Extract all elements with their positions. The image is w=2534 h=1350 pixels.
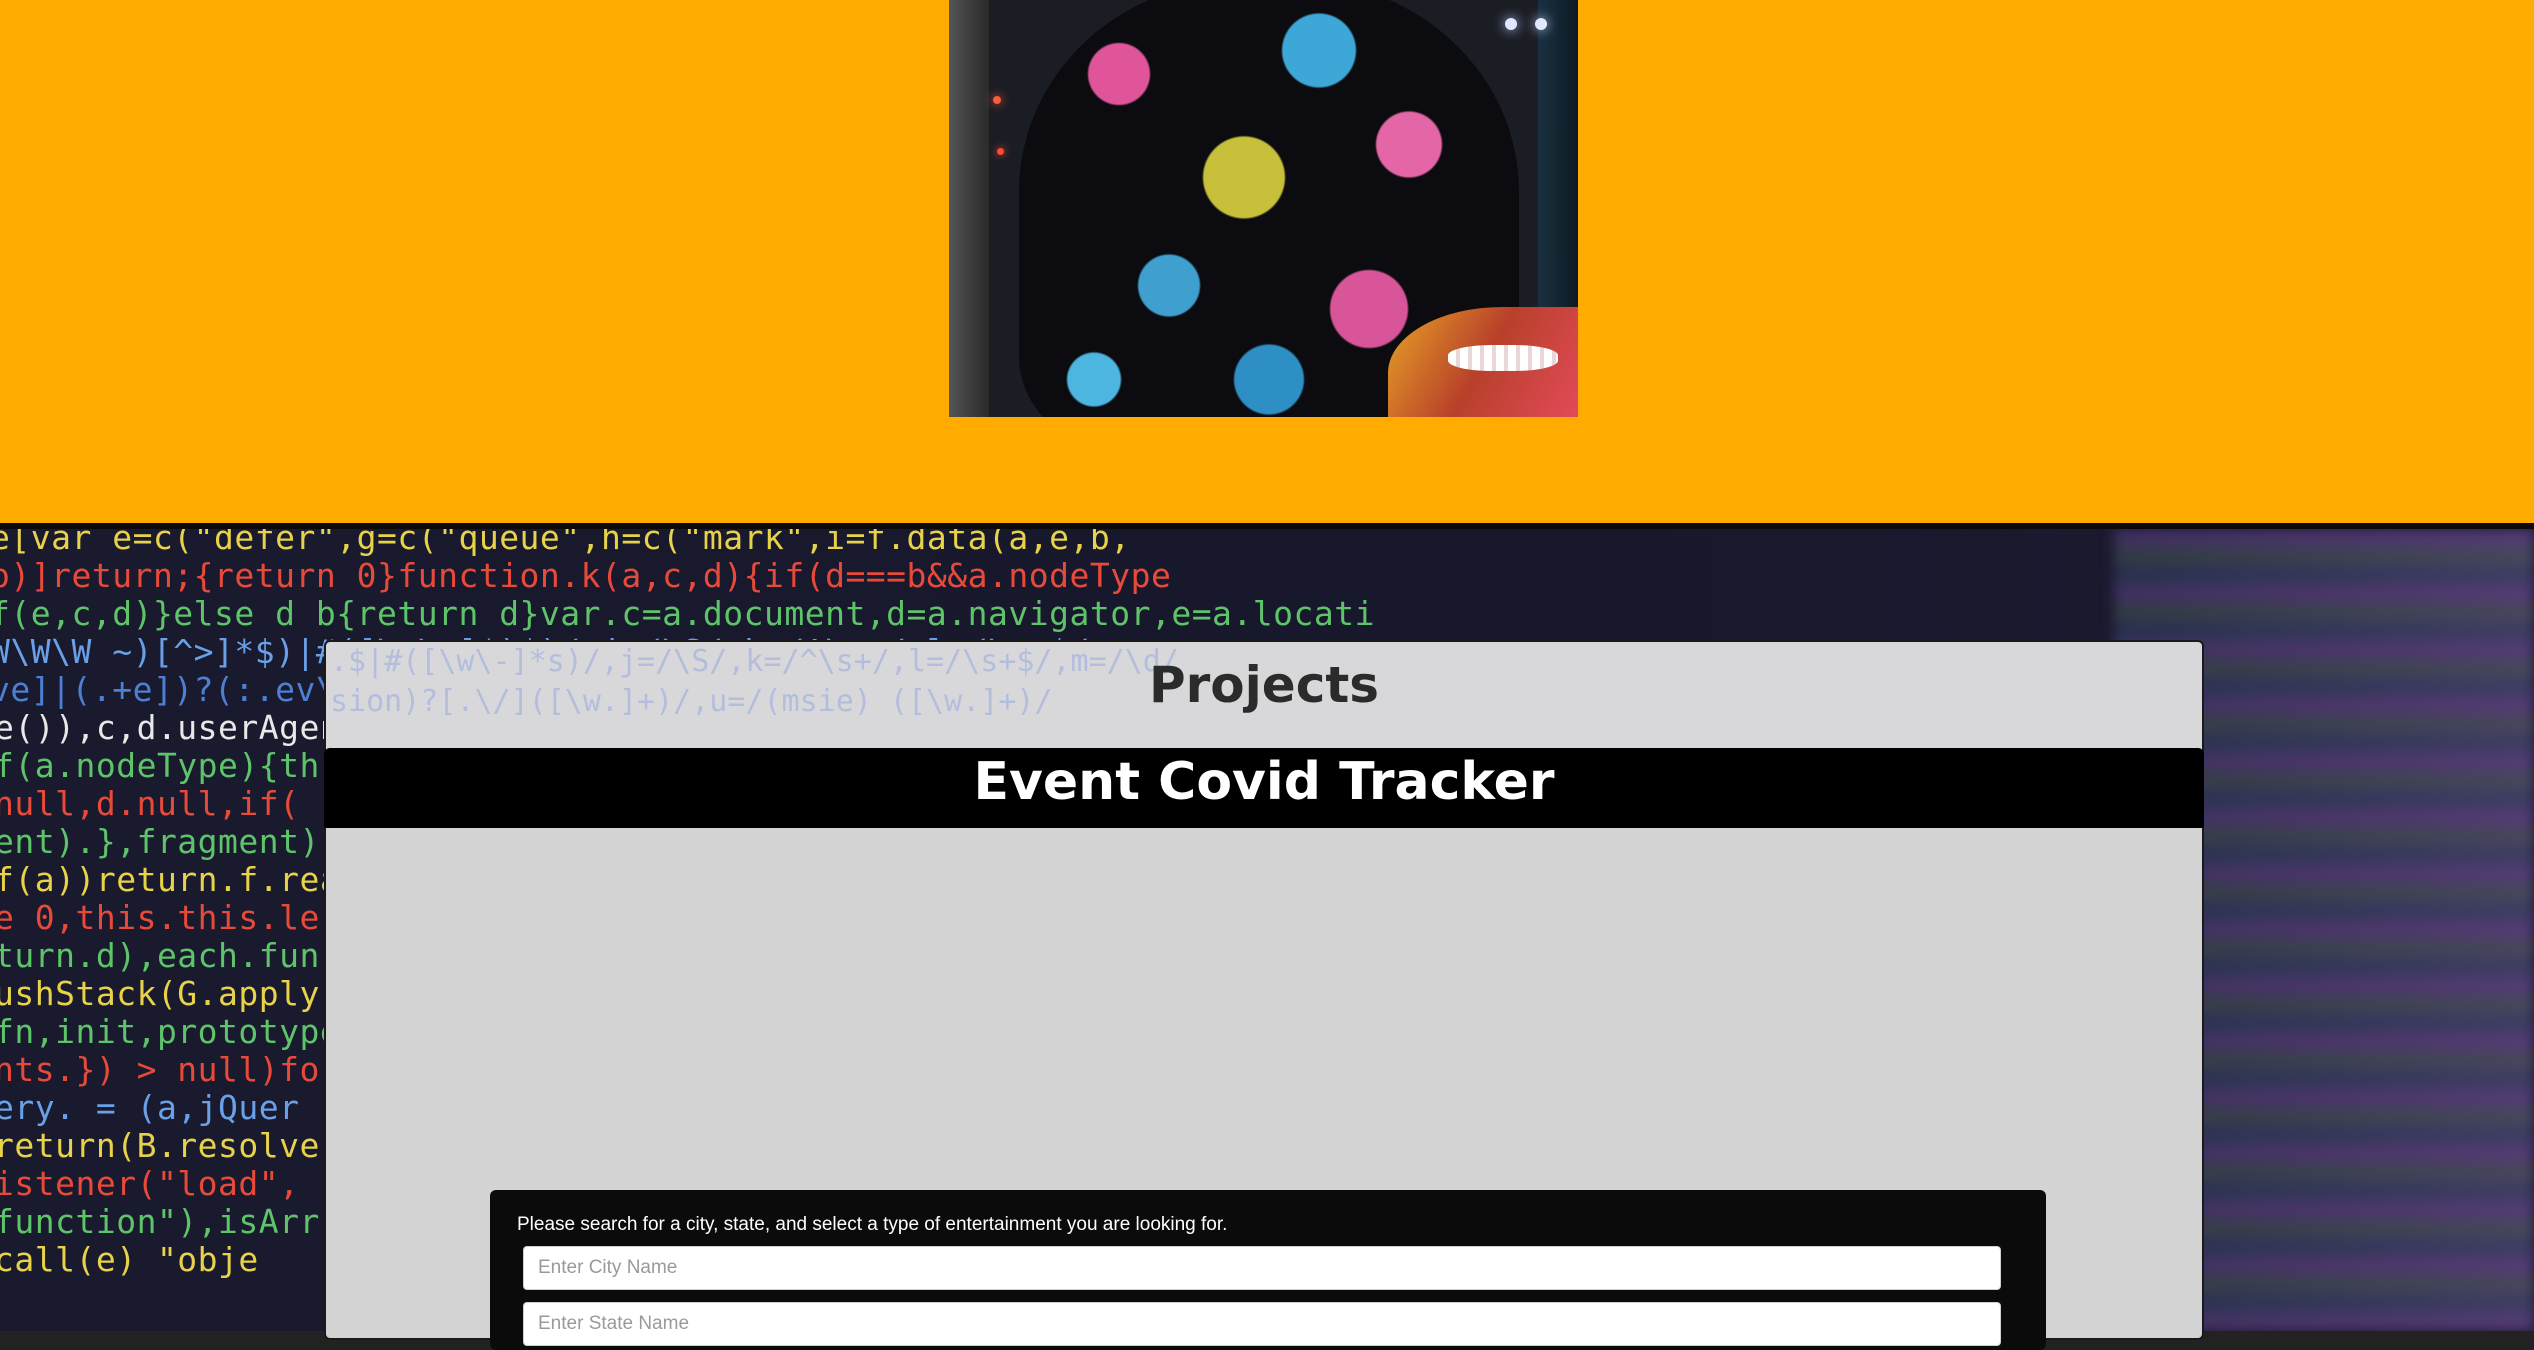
project-title: Event Covid Tracker [973, 752, 1555, 812]
photo-light-3 [1505, 18, 1517, 30]
code-background-line: null,d.null,if( [0, 784, 300, 823]
code-background-line: o)]return;{return 0}function.k(a,c,d){if… [0, 556, 1172, 595]
code-background-line: e 0,this.this.le [0, 898, 320, 937]
code-background-line: function"),isArr [0, 1202, 320, 1241]
code-background-line: return(B.resolve [0, 1126, 320, 1165]
search-instructions: Please search for a city, state, and sel… [517, 1214, 1228, 1235]
projects-header: .$|#([\w\-]*s)/,j=/\S/,k=/^\s+/,l=/\s+$/… [326, 642, 2202, 748]
city-input[interactable] [523, 1246, 2001, 1290]
code-background-line: ushStack(G.apply [0, 974, 320, 1013]
code-background-line: istener("load", [0, 1164, 300, 1203]
code-background-line: f(e,c,d)}else d b{return d}var.c=a.docum… [0, 594, 1376, 633]
state-input[interactable] [523, 1302, 2001, 1346]
code-background-line: turn.d),each.fun [0, 936, 320, 975]
photo-light-1 [993, 96, 1001, 104]
hero-section [0, 0, 2534, 523]
code-background-line: e()),c,d.userAgent [0, 708, 361, 747]
projects-section: .$|#([\w\-]*s)/,j=/\S/,k=/^\s+/,l=/\s+$/… [324, 640, 2204, 1350]
profile-photo [949, 0, 1578, 417]
code-background-line: call(e) "obje [0, 1240, 259, 1279]
code-background-line: f(a))return.f.rea [0, 860, 341, 899]
code-background-line: fn,init,prototype [0, 1012, 341, 1051]
code-background-line: nts.}) > null)fo [0, 1050, 320, 1089]
photo-light-4 [1535, 18, 1547, 30]
projects-title: Projects [1148, 656, 1379, 714]
code-background-line: e[var e=c("defer",g=c("queue",h=c("mark"… [0, 529, 1131, 557]
photo-light-2 [997, 148, 1004, 155]
code-background-line: ery. = (a,jQuer [0, 1088, 300, 1127]
project-title-bar: Event Covid Tracker [324, 748, 2204, 828]
code-background-line: f(a.nodeType){th [0, 746, 320, 785]
code-background-line: ent).},fragment) [0, 822, 320, 861]
search-form: Please search for a city, state, and sel… [490, 1190, 2046, 1350]
photo-background-wall [949, 0, 989, 417]
